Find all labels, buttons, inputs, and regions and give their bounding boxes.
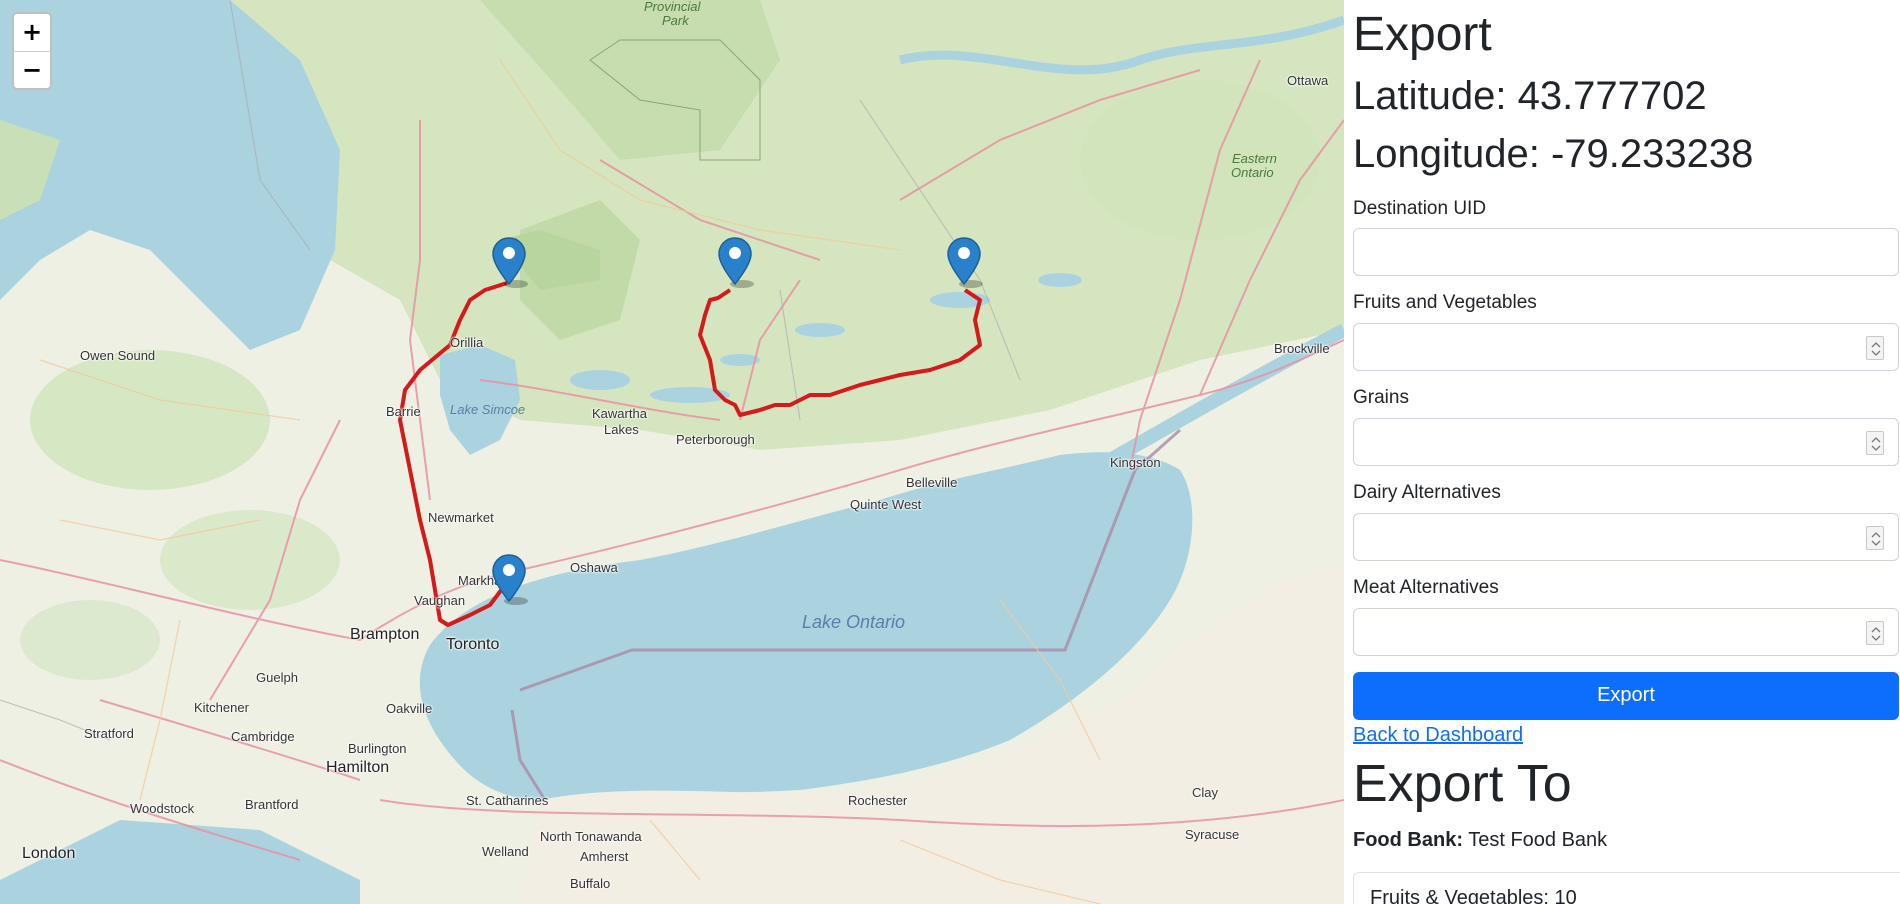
dairy-alternatives-input[interactable]	[1353, 512, 1899, 561]
route-map[interactable]: Provincial Park Ottawa Eastern Ontario O…	[0, 0, 1344, 904]
meat-alternatives-input[interactable]	[1353, 607, 1899, 656]
map-label: Belleville	[906, 475, 958, 490]
map-label: Lake Simcoe	[450, 402, 526, 417]
map-label: Brantford	[245, 797, 299, 812]
map-label: St. Catharines	[466, 793, 549, 808]
map-label: London	[22, 845, 76, 862]
map-tiles	[0, 0, 1344, 904]
fruits-vegetables-label: Fruits and Vegetables	[1353, 292, 1537, 314]
map-label: Burlington	[348, 741, 407, 756]
dairy-alternatives-label: Dairy Alternatives	[1353, 481, 1501, 503]
map-label: Oakville	[386, 701, 433, 716]
map-label: Brampton	[350, 626, 420, 643]
map-label: Ottawa	[1287, 73, 1329, 88]
map-label: Owen Sound	[80, 348, 156, 363]
grains-input[interactable]	[1353, 417, 1899, 466]
map-label: Peterborough	[676, 432, 755, 447]
map-label: Amherst	[580, 849, 629, 864]
destination-uid-input[interactable]	[1353, 228, 1899, 277]
map-label: Park	[662, 13, 689, 28]
map-label: Lake Ontario	[802, 612, 906, 632]
map-label: Vaughan	[414, 593, 466, 608]
longitude-readout: Longitude: -79.233238	[1353, 131, 1754, 176]
map-label: Stratford	[84, 726, 134, 741]
map-label: Rochester	[848, 793, 908, 808]
map-label: Quinte West	[850, 497, 922, 512]
zoom-control: + −	[12, 12, 52, 90]
map-label: Clay	[1192, 785, 1219, 800]
food-bank-value: Test Food Bank	[1468, 828, 1608, 851]
map-label: Woodstock	[130, 801, 195, 816]
number-spinner-icon[interactable]	[1866, 430, 1884, 455]
zoom-in-button[interactable]: +	[14, 14, 50, 51]
fruits-vegetables-input[interactable]	[1353, 323, 1899, 372]
map-label: Lakes	[604, 422, 639, 437]
map-marker-icon[interactable]	[490, 553, 528, 605]
latitude-readout: Latitude: 43.777702	[1353, 73, 1707, 118]
map-label: Kitchener	[194, 700, 249, 715]
map-label: Eastern	[1232, 151, 1277, 166]
map-label: Newmarket	[428, 510, 494, 525]
map-label: Welland	[482, 844, 529, 859]
map-label: Provincial	[644, 0, 701, 14]
map-label: Kingston	[1110, 455, 1161, 470]
number-spinner-icon[interactable]	[1866, 620, 1884, 645]
map-label: Ontario	[1231, 165, 1274, 180]
map-marker-icon[interactable]	[945, 236, 983, 288]
map-marker-icon[interactable]	[716, 236, 754, 288]
map-label: Buffalo	[570, 876, 611, 891]
export-form: Destination UID Fruits and Vegetables Gr…	[1353, 198, 1900, 720]
inventory-list-item: Fruits & Vegetables: 10	[1353, 871, 1900, 904]
map-label: Guelph	[256, 670, 298, 685]
food-bank-line: Food Bank: Test Food Bank	[1353, 829, 1900, 852]
map-marker-icon[interactable]	[490, 236, 528, 288]
number-spinner-icon[interactable]	[1866, 336, 1884, 361]
map-label: Cambridge	[231, 729, 295, 744]
map-label: North Tonawanda	[540, 829, 642, 844]
meat-alternatives-label: Meat Alternatives	[1353, 576, 1499, 598]
page-title: Export	[1353, 8, 1492, 61]
grains-label: Grains	[1353, 387, 1409, 409]
map-label: Oshawa	[570, 560, 618, 575]
map-label: Hamilton	[326, 759, 390, 776]
map-label: Toronto	[446, 636, 500, 653]
export-to-heading: Export To	[1353, 754, 1572, 813]
map-label: Orillia	[450, 335, 484, 350]
map-label: Brockville	[1274, 341, 1330, 356]
export-panel: Export Latitude: 43.777702 Longitude: -7…	[1344, 0, 1900, 904]
map-label: Kawartha	[592, 406, 647, 421]
food-bank-label: Food Bank:	[1353, 828, 1463, 851]
zoom-out-button[interactable]: −	[14, 51, 50, 88]
back-to-dashboard-link[interactable]: Back to Dashboard	[1353, 724, 1523, 747]
map-label: Barrie	[386, 404, 421, 419]
map-label: Syracuse	[1185, 827, 1240, 842]
number-spinner-icon[interactable]	[1866, 525, 1884, 550]
export-button[interactable]: Export	[1353, 671, 1899, 720]
destination-uid-label: Destination UID	[1353, 197, 1487, 219]
